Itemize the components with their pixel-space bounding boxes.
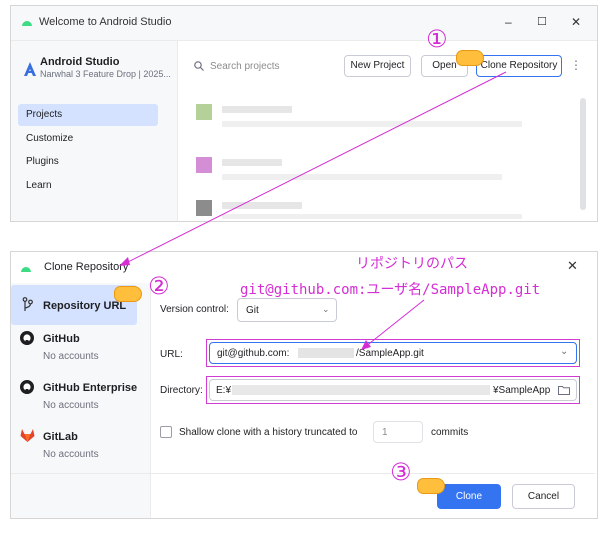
- pointing-hand-icon: [456, 50, 484, 66]
- repository-path-annotation: リポジトリのパス: [356, 256, 468, 272]
- repository-path-example: git@github.com:ユーザ名/SampleApp.git: [240, 282, 541, 298]
- step-1-marker: ①: [426, 25, 448, 53]
- step-2-marker: ②: [148, 272, 170, 300]
- pointing-hand-icon: [114, 286, 142, 302]
- pointing-hand-icon: [417, 478, 445, 494]
- annotation-arrows: [119, 71, 507, 350]
- step-3-marker: ③: [390, 458, 412, 486]
